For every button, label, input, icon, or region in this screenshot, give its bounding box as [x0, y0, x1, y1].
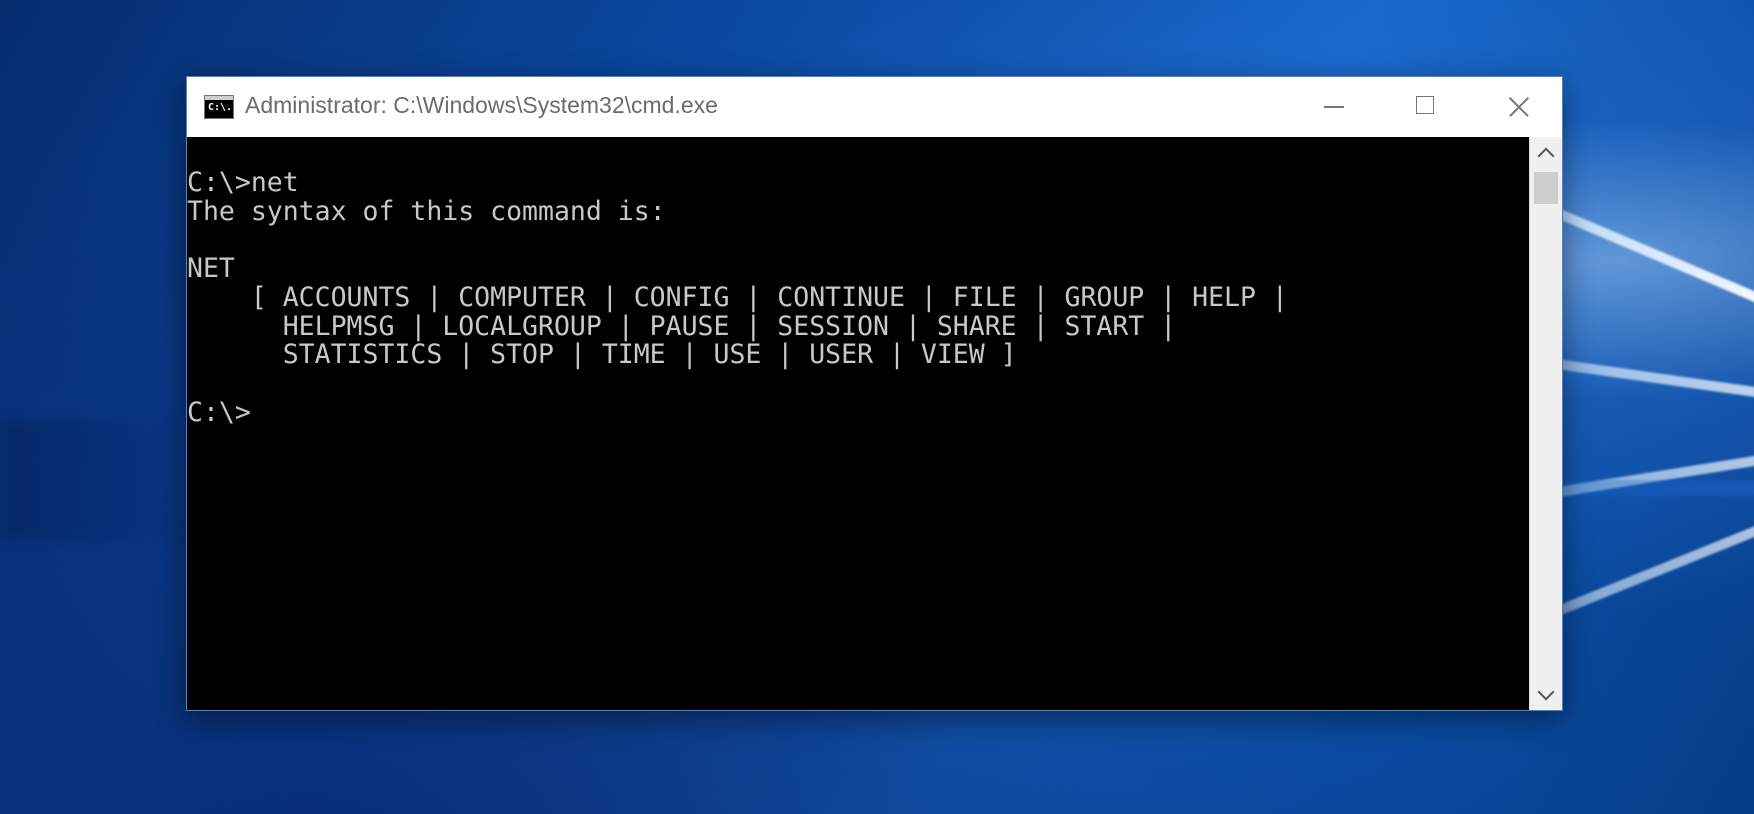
- chevron-up-icon[interactable]: [1530, 137, 1562, 167]
- console-line: [ ACCOUNTS | COMPUTER | CONFIG | CONTINU…: [187, 282, 1288, 313]
- cmd-window[interactable]: C:\. Administrator: C:\Windows\System32\…: [186, 76, 1563, 711]
- maximize-button[interactable]: [1379, 77, 1471, 137]
- close-button[interactable]: [1471, 77, 1563, 137]
- console-line: NET: [187, 253, 235, 284]
- wallpaper-shadow: [0, 420, 190, 540]
- console-output[interactable]: C:\>net The syntax of this command is: N…: [187, 137, 1529, 710]
- minimize-button[interactable]: [1287, 77, 1379, 137]
- scrollbar-thumb[interactable]: [1534, 172, 1558, 204]
- vertical-scrollbar[interactable]: [1529, 137, 1562, 710]
- console-line: C:\>net: [187, 167, 299, 198]
- cmd-icon[interactable]: C:\.: [204, 95, 234, 119]
- console-line: STATISTICS | STOP | TIME | USE | USER | …: [187, 339, 1017, 370]
- title-bar[interactable]: C:\. Administrator: C:\Windows\System32\…: [187, 77, 1562, 137]
- window-title: Administrator: C:\Windows\System32\cmd.e…: [245, 92, 718, 118]
- cmd-icon-text: C:\.: [208, 102, 233, 113]
- chevron-down-icon[interactable]: [1530, 680, 1562, 710]
- console-line: The syntax of this command is:: [187, 196, 666, 227]
- console-prompt[interactable]: C:\>: [187, 397, 251, 429]
